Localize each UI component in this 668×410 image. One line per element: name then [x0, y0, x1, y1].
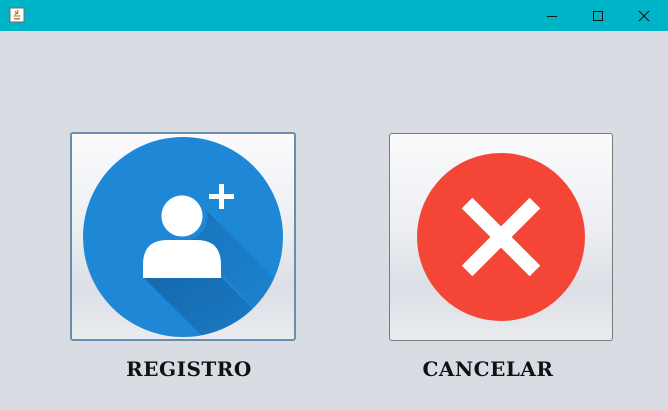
application-window: REGISTRO CANCELAR [0, 0, 668, 410]
title-bar[interactable] [0, 0, 668, 31]
maximize-button[interactable] [575, 0, 621, 31]
registro-button[interactable] [70, 132, 296, 341]
close-window-button[interactable] [621, 0, 667, 31]
registro-label: REGISTRO [126, 357, 252, 381]
cancelar-label: CANCELAR [422, 357, 554, 381]
add-user-icon [83, 136, 283, 337]
cancel-x-icon [417, 153, 585, 321]
minimize-icon [547, 15, 557, 17]
close-icon [638, 10, 650, 21]
maximize-icon [593, 10, 603, 21]
minimize-button[interactable] [529, 0, 575, 31]
cancelar-button[interactable] [389, 133, 613, 341]
java-app-icon[interactable] [9, 7, 25, 23]
